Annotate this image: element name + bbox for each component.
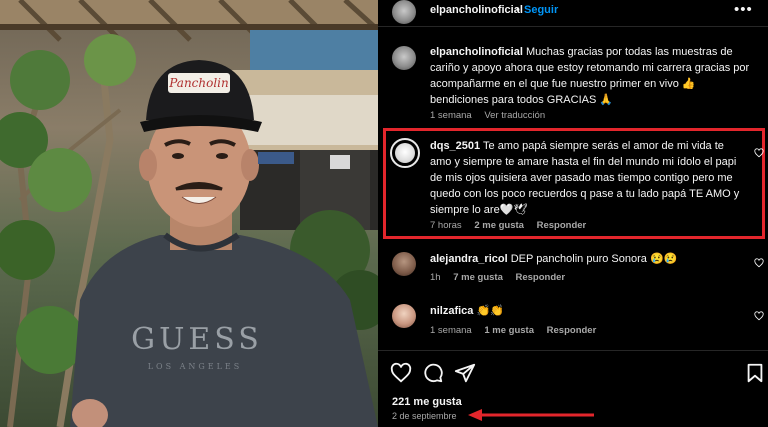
like-heart-icon[interactable] [390,362,412,384]
heart-icon[interactable] [754,311,764,321]
shirt-brand-text: GUESS [131,322,263,357]
comment-likes[interactable]: 1 me gusta [484,325,534,336]
comment-meta: 1h 7 me gusta Responder [430,272,575,283]
likes-count[interactable]: 221 me gusta [392,396,462,408]
shirt-sub-text: LOS ANGELES [147,362,243,371]
comment-avatar[interactable] [392,304,416,328]
reply-link[interactable]: Responder [547,325,597,336]
comment-username[interactable]: dqs_2501 [430,140,480,152]
comment-time: 1 semana [430,110,472,121]
comment-avatar[interactable] [390,138,420,168]
post-photo: Pancholin GUESS LOS ANGELES [0,0,378,427]
post-date: 2 de septiembre [392,411,457,421]
cap-logo-text: Pancholin [168,73,230,93]
header-separator: • [516,4,520,16]
comment-meta: 1 semana 1 me gusta Responder [430,325,606,336]
comment-likes[interactable]: 2 me gusta [474,220,524,231]
comment-time: 7 horas [430,220,462,231]
comment-avatar[interactable] [392,46,416,70]
save-bookmark-icon[interactable] [744,362,766,384]
red-arrow-annotation [468,409,594,421]
store-sign [258,152,294,164]
reply-link[interactable]: Responder [516,272,566,283]
header-divider [378,26,768,27]
comment-body: elpancholinoficial Muchas gracias por to… [430,44,750,108]
comment-username[interactable]: elpancholinoficial [430,46,523,58]
comment-username[interactable]: alejandra_ricol [430,253,508,265]
more-horizontal-icon[interactable]: ••• [734,1,753,18]
comment-time: 1 semana [430,325,472,336]
comment-meta: 7 horas 2 me gusta Responder [430,220,596,231]
comment-avatar[interactable] [392,252,416,276]
heart-icon[interactable] [754,258,764,268]
follow-button[interactable]: Seguir [524,4,558,16]
author-avatar[interactable] [392,0,416,24]
comment-bubble-icon[interactable] [422,362,444,384]
share-send-icon[interactable] [454,362,476,384]
comment-text: 👏👏 [476,305,504,317]
comment-meta: 1 semana Ver traducción [430,110,555,121]
heart-icon[interactable] [754,148,764,158]
reply-link[interactable]: Responder [537,220,587,231]
comment-username[interactable]: nilzafica [430,305,473,317]
comment-body: nilzafica 👏👏 [430,303,748,319]
comment-body: alejandra_ricol DEP pancholin puro Sonor… [430,251,748,267]
comment-body: dqs_2501 Te amo papá siempre serás el am… [430,138,748,218]
comment-time: 1h [430,272,441,283]
actions-divider [378,350,768,351]
comment-text: DEP pancholin puro Sonora 😢😢 [510,253,678,265]
see-translation-link[interactable]: Ver traducción [484,110,545,121]
comments-panel: elpancholinoficial • Seguir ••• elpancho… [378,0,768,427]
comment-likes[interactable]: 7 me gusta [453,272,503,283]
header-username[interactable]: elpancholinoficial [430,4,523,16]
